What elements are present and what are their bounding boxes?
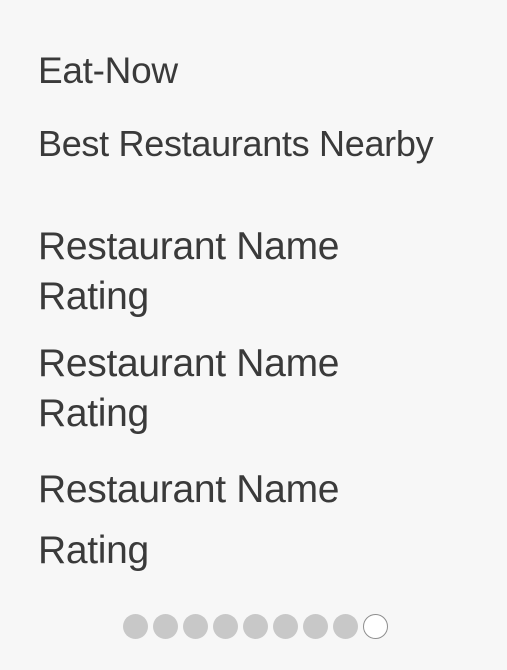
restaurant-list-item[interactable]: Restaurant Name Rating (38, 339, 339, 439)
page-dot[interactable] (183, 614, 208, 639)
page-indicator (123, 614, 388, 639)
page-dot[interactable] (153, 614, 178, 639)
page-dot[interactable] (123, 614, 148, 639)
page-dot-active[interactable] (363, 614, 388, 639)
page-dot[interactable] (273, 614, 298, 639)
app-subtitle: Best Restaurants Nearby (38, 123, 434, 164)
page-dot[interactable] (213, 614, 238, 639)
app-title: Eat-Now (38, 50, 178, 91)
restaurant-name: Restaurant Name (38, 225, 340, 268)
page-dot[interactable] (333, 614, 358, 639)
restaurant-list-item[interactable]: Restaurant Name Rating (38, 222, 339, 322)
restaurant-name: Restaurant Name (38, 468, 340, 511)
restaurant-rating: Rating (38, 529, 149, 572)
page-dot[interactable] (303, 614, 328, 639)
restaurant-list-item[interactable]: Restaurant Name Rating (38, 468, 339, 573)
page-dot[interactable] (243, 614, 268, 639)
restaurant-rating: Rating (38, 392, 149, 435)
restaurant-rating: Rating (38, 275, 149, 318)
restaurant-name: Restaurant Name (38, 342, 340, 385)
